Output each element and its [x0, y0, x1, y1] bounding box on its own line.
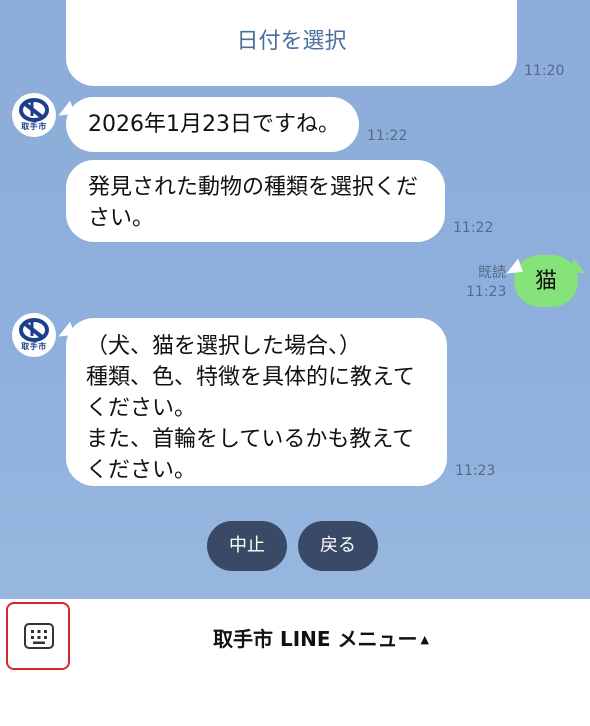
timestamp: 11:23 [455, 463, 496, 479]
message-bubble: 発見された動物の種類を選択くだ さい。 [66, 160, 445, 242]
message-text: 2026年1月23日ですね。 [88, 112, 340, 137]
message-text: また、首輪をしているかも教えて [86, 427, 415, 452]
date-select-card: 日付を選択 [66, 0, 517, 86]
message-text: さい。 [88, 206, 155, 231]
read-receipt: 既読 [478, 265, 506, 281]
message-text: （犬、猫を選択した場合、） [86, 334, 362, 359]
chat-area[interactable]: 日付を選択 11:20 取手市 2026年1月23日ですね。 11:22 発見さ… [0, 0, 590, 599]
message-text: 猫 [534, 269, 557, 294]
date-select-button[interactable]: 日付を選択 [66, 26, 517, 57]
keyboard-icon [24, 623, 54, 649]
menu-title-label: 取手市 LINE メニュー [213, 627, 418, 651]
message-text: 発見された動物の種類を選択くだ [88, 175, 419, 200]
avatar[interactable]: 取手市 [12, 313, 56, 357]
quick-reply-back-button[interactable]: 戻る [298, 521, 378, 571]
keyboard-toggle-button[interactable] [6, 602, 70, 670]
message-text: ください。 [86, 458, 197, 483]
message-text: 種類、色、特徴を具体的に教えて [86, 365, 415, 390]
rich-menu-bar: 取手市 LINE メニュー ▲ [0, 599, 590, 726]
timestamp: 11:20 [524, 63, 565, 79]
message-bubble: 2026年1月23日ですね。 [66, 97, 359, 152]
caret-up-icon: ▲ [420, 633, 429, 646]
timestamp: 11:23 [466, 284, 507, 300]
user-message-bubble: 猫 [514, 255, 578, 307]
avatar-label: 取手市 [21, 342, 47, 351]
rich-menu-toggle[interactable]: 取手市 LINE メニュー ▲ [213, 623, 429, 652]
quick-reply-cancel-button[interactable]: 中止 [207, 521, 287, 571]
timestamp: 11:22 [367, 128, 408, 144]
avatar[interactable]: 取手市 [12, 93, 56, 137]
message-bubble: （犬、猫を選択した場合、） 種類、色、特徴を具体的に教えて ください。 また、首… [66, 318, 447, 486]
avatar-label: 取手市 [21, 122, 47, 131]
timestamp: 11:22 [453, 220, 494, 236]
message-text: ください。 [86, 396, 197, 421]
